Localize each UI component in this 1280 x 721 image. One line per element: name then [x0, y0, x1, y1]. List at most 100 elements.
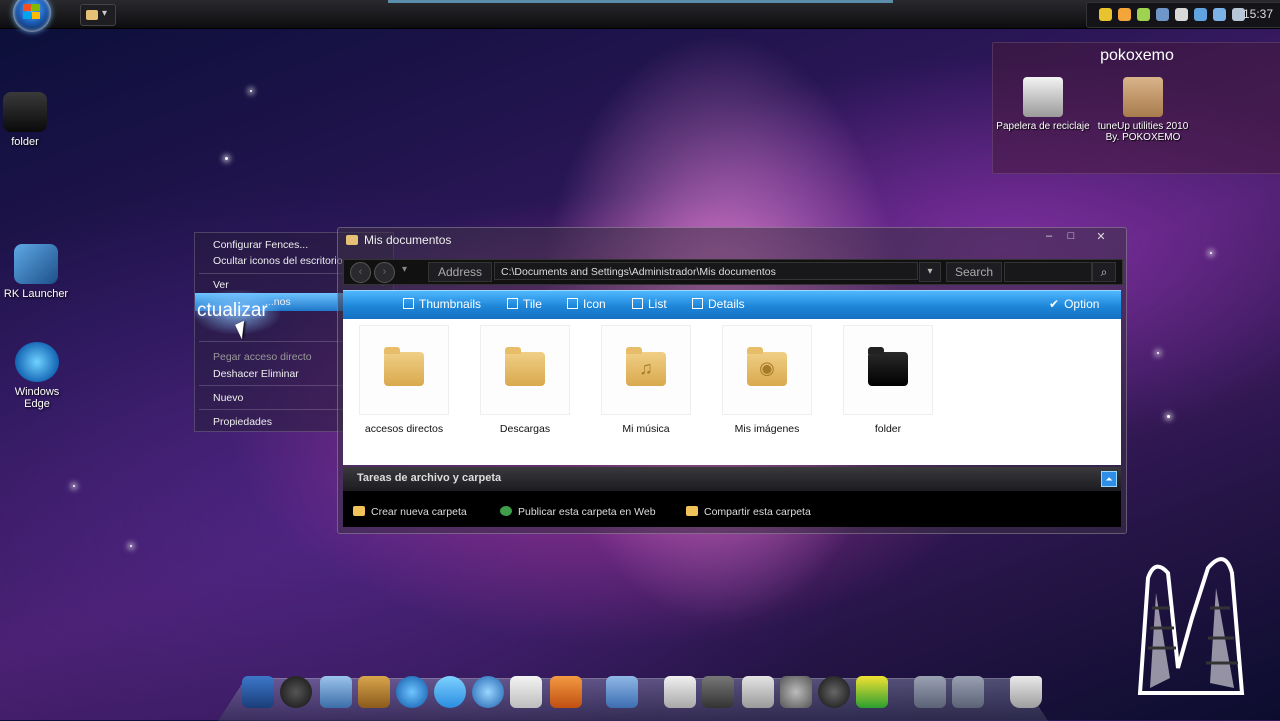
forward-button[interactable]: › — [374, 262, 395, 283]
view-label: Tile — [523, 297, 542, 311]
task-label: Publicar esta carpeta en Web — [518, 506, 656, 518]
menu-item-properties[interactable]: Propiedades — [213, 416, 272, 428]
view-list-button[interactable]: List — [632, 297, 667, 311]
option-button[interactable]: ✔ Option — [1049, 297, 1099, 311]
fence-item-label: tuneUp utilities 2010 — [1097, 121, 1189, 132]
file-item[interactable]: ♫ Mi música — [601, 325, 691, 435]
globe-icon — [500, 506, 512, 516]
browser-icon[interactable] — [472, 676, 504, 708]
tasks-title: Tareas de archivo y carpeta — [357, 472, 502, 484]
graffiti-decoration — [1137, 557, 1245, 695]
file-item[interactable]: accesos directos — [359, 325, 449, 435]
desktop-icon-rk-launcher[interactable]: RK Launcher — [1, 244, 71, 300]
notepad-icon[interactable] — [510, 676, 542, 708]
view-tile-button[interactable]: Tile — [507, 297, 542, 311]
view-icon-button[interactable]: Icon — [567, 297, 606, 311]
search-label: Search — [946, 262, 1002, 282]
star — [250, 90, 252, 92]
view-toolbar: Thumbnails Tile Icon List Details ✔ Optio… — [343, 290, 1121, 319]
history-dropdown-icon[interactable]: ▾ — [402, 264, 407, 275]
trash-icon[interactable] — [1010, 676, 1042, 708]
clock[interactable]: 15:37 — [1243, 7, 1273, 21]
start-button[interactable] — [13, 0, 51, 32]
star — [1157, 352, 1159, 354]
menu-item-configure-fences[interactable]: Configurar Fences... — [213, 239, 308, 251]
mail-stamp-icon[interactable] — [320, 676, 352, 708]
folder-icon — [86, 10, 98, 20]
desktop-icon-windows-edge[interactable]: Windows Edge — [2, 342, 72, 410]
folder-icon — [346, 235, 358, 245]
downloads-icon[interactable] — [914, 676, 946, 708]
media-player-icon[interactable] — [396, 676, 428, 708]
task-create-folder[interactable]: Crear nueva carpeta — [353, 506, 467, 518]
hanger-icon[interactable] — [702, 676, 734, 708]
tasks-panel: Tareas de archivo y carpeta ⏶ Crear nuev… — [343, 467, 1121, 527]
fence-item-label: Papelera de reciclaje — [996, 121, 1090, 132]
messenger-icon[interactable] — [434, 676, 466, 708]
documents-icon[interactable] — [606, 676, 638, 708]
address-dropdown-button[interactable]: ▾ — [919, 262, 941, 282]
equalizer-icon[interactable] — [856, 676, 888, 708]
fence-item-recycle-bin[interactable]: Papelera de reciclaje — [995, 77, 1091, 132]
pictures-folder-icon: ◉ — [747, 347, 787, 386]
view-label: Icon — [583, 297, 606, 311]
thumbnails-icon — [403, 298, 414, 309]
apple-folder-icon — [868, 347, 908, 386]
back-button[interactable]: ‹ — [350, 262, 371, 283]
task-share-folder[interactable]: Compartir esta carpeta — [686, 506, 811, 518]
folder-icon — [505, 347, 545, 386]
star — [225, 157, 228, 160]
file-item[interactable]: Descargas — [480, 325, 570, 435]
network-icon[interactable] — [1118, 8, 1131, 21]
address-input[interactable]: C:\Documents and Settings\Administrador\… — [494, 262, 918, 280]
folder-icon — [384, 347, 424, 386]
dashboard-icon[interactable] — [242, 676, 274, 708]
stack-icon[interactable] — [952, 676, 984, 708]
speaker-icon[interactable] — [1156, 8, 1169, 21]
collapse-icon[interactable]: ⏶ — [1101, 471, 1117, 487]
settings-icon[interactable] — [780, 676, 812, 708]
task-publish-web[interactable]: Publicar esta carpeta en Web — [500, 506, 656, 518]
details-icon — [692, 298, 703, 309]
search-input[interactable] — [1004, 262, 1092, 282]
scissors-icon[interactable] — [664, 676, 696, 708]
close-button[interactable]: ✕ — [1090, 230, 1112, 246]
menu-item-hide-icons[interactable]: Ocultar iconos del escritorio — [213, 255, 343, 267]
apple-folder-icon — [3, 92, 47, 132]
star-icon[interactable] — [1137, 8, 1150, 21]
windows-edge-icon — [15, 342, 59, 382]
icon-view-icon — [567, 298, 578, 309]
view-thumbnails-button[interactable]: Thumbnails — [403, 297, 481, 311]
view-label: Details — [708, 297, 745, 311]
menu-item-paste-shortcut[interactable]: Pegar acceso directo — [213, 351, 312, 363]
address-book-icon[interactable] — [358, 676, 390, 708]
menu-item-undo-delete[interactable]: Deshacer Eliminar — [213, 368, 299, 380]
file-label: folder — [874, 423, 902, 435]
fence-item-tuneup[interactable]: tuneUp utilities 2010 By. POKOXEMO — [1093, 77, 1193, 143]
file-label: Mi música — [622, 423, 670, 435]
power-icon[interactable] — [818, 676, 850, 708]
menu-item-new[interactable]: Nuevo — [213, 392, 243, 404]
list-icon — [632, 298, 643, 309]
tile-icon — [507, 298, 518, 309]
skype-icon[interactable] — [1175, 8, 1188, 21]
shield-icon[interactable] — [1099, 8, 1112, 21]
rk-launcher-icon — [14, 244, 58, 284]
quick-launch-folder-button[interactable]: ▾ — [80, 4, 116, 26]
calculator-icon[interactable] — [742, 676, 774, 708]
view-details-button[interactable]: Details — [692, 297, 745, 311]
file-label: Mis imágenes — [734, 423, 800, 435]
utility-icon[interactable] — [550, 676, 582, 708]
file-item[interactable]: ◉ Mis imágenes — [722, 325, 812, 435]
chrome-icon[interactable] — [1194, 8, 1207, 21]
clock-icon[interactable] — [280, 676, 312, 708]
fence-title: pokoxemo — [1100, 47, 1174, 64]
file-item[interactable]: folder — [843, 325, 933, 435]
desktop-icon-folder[interactable]: folder — [0, 92, 60, 148]
maximize-button[interactable]: □ — [1060, 230, 1082, 246]
flag-icon[interactable] — [1213, 8, 1226, 21]
address-label: Address — [428, 262, 492, 282]
search-icon[interactable]: ⌕ — [1092, 262, 1116, 282]
desktop-icon-label: RK Launcher — [3, 288, 69, 300]
minimize-button[interactable]: – — [1038, 230, 1060, 246]
